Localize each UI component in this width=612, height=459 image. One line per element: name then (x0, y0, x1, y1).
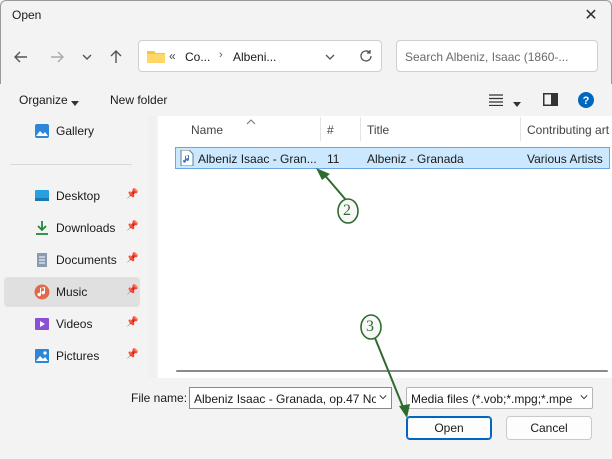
step3-arrow (374, 337, 406, 413)
annotation-overlay (316, 168, 410, 418)
step3-arrow-head (399, 404, 410, 418)
step2-label: 2 (343, 202, 351, 219)
step3-label: 3 (366, 318, 374, 335)
